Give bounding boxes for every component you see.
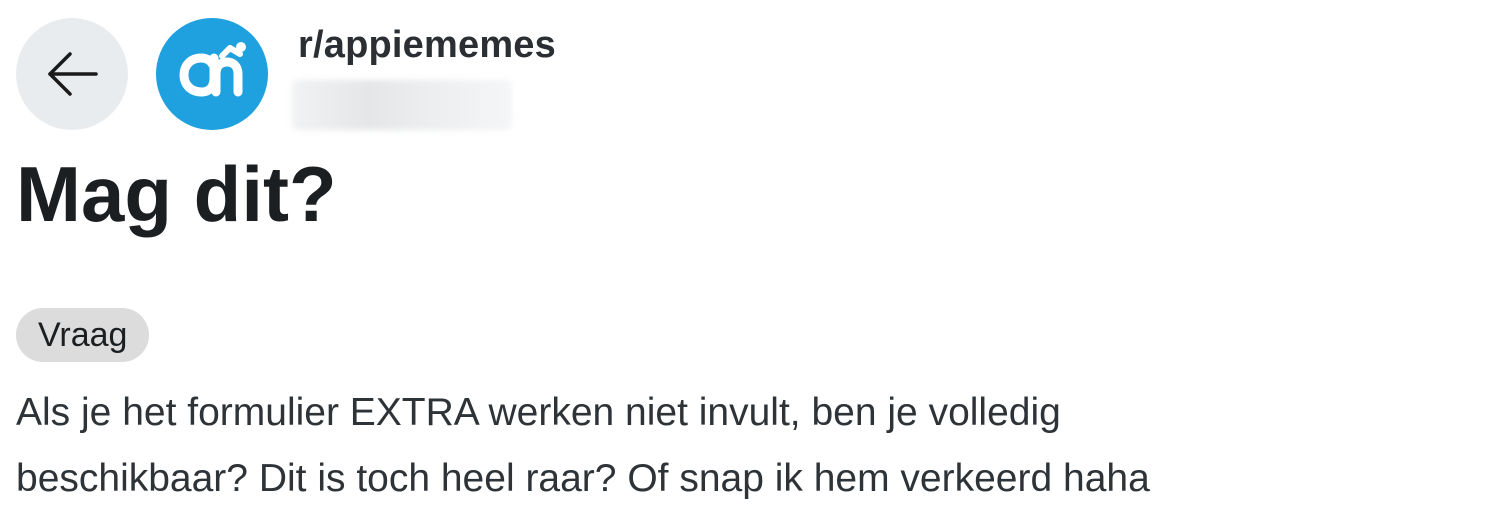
- username-redacted: [292, 80, 512, 130]
- albert-heijn-logo-icon: [179, 42, 246, 97]
- post-flair[interactable]: Vraag: [16, 308, 150, 362]
- back-button[interactable]: [16, 18, 128, 130]
- post-body: Als je het formulier EXTRA werken niet i…: [16, 391, 1150, 500]
- post-title: Mag dit?: [16, 150, 337, 238]
- post-header: r/appiememes: [16, 18, 1486, 130]
- subreddit-name[interactable]: r/appiememes: [298, 24, 556, 67]
- arrow-left-icon: [48, 52, 98, 96]
- subreddit-avatar[interactable]: [156, 18, 268, 130]
